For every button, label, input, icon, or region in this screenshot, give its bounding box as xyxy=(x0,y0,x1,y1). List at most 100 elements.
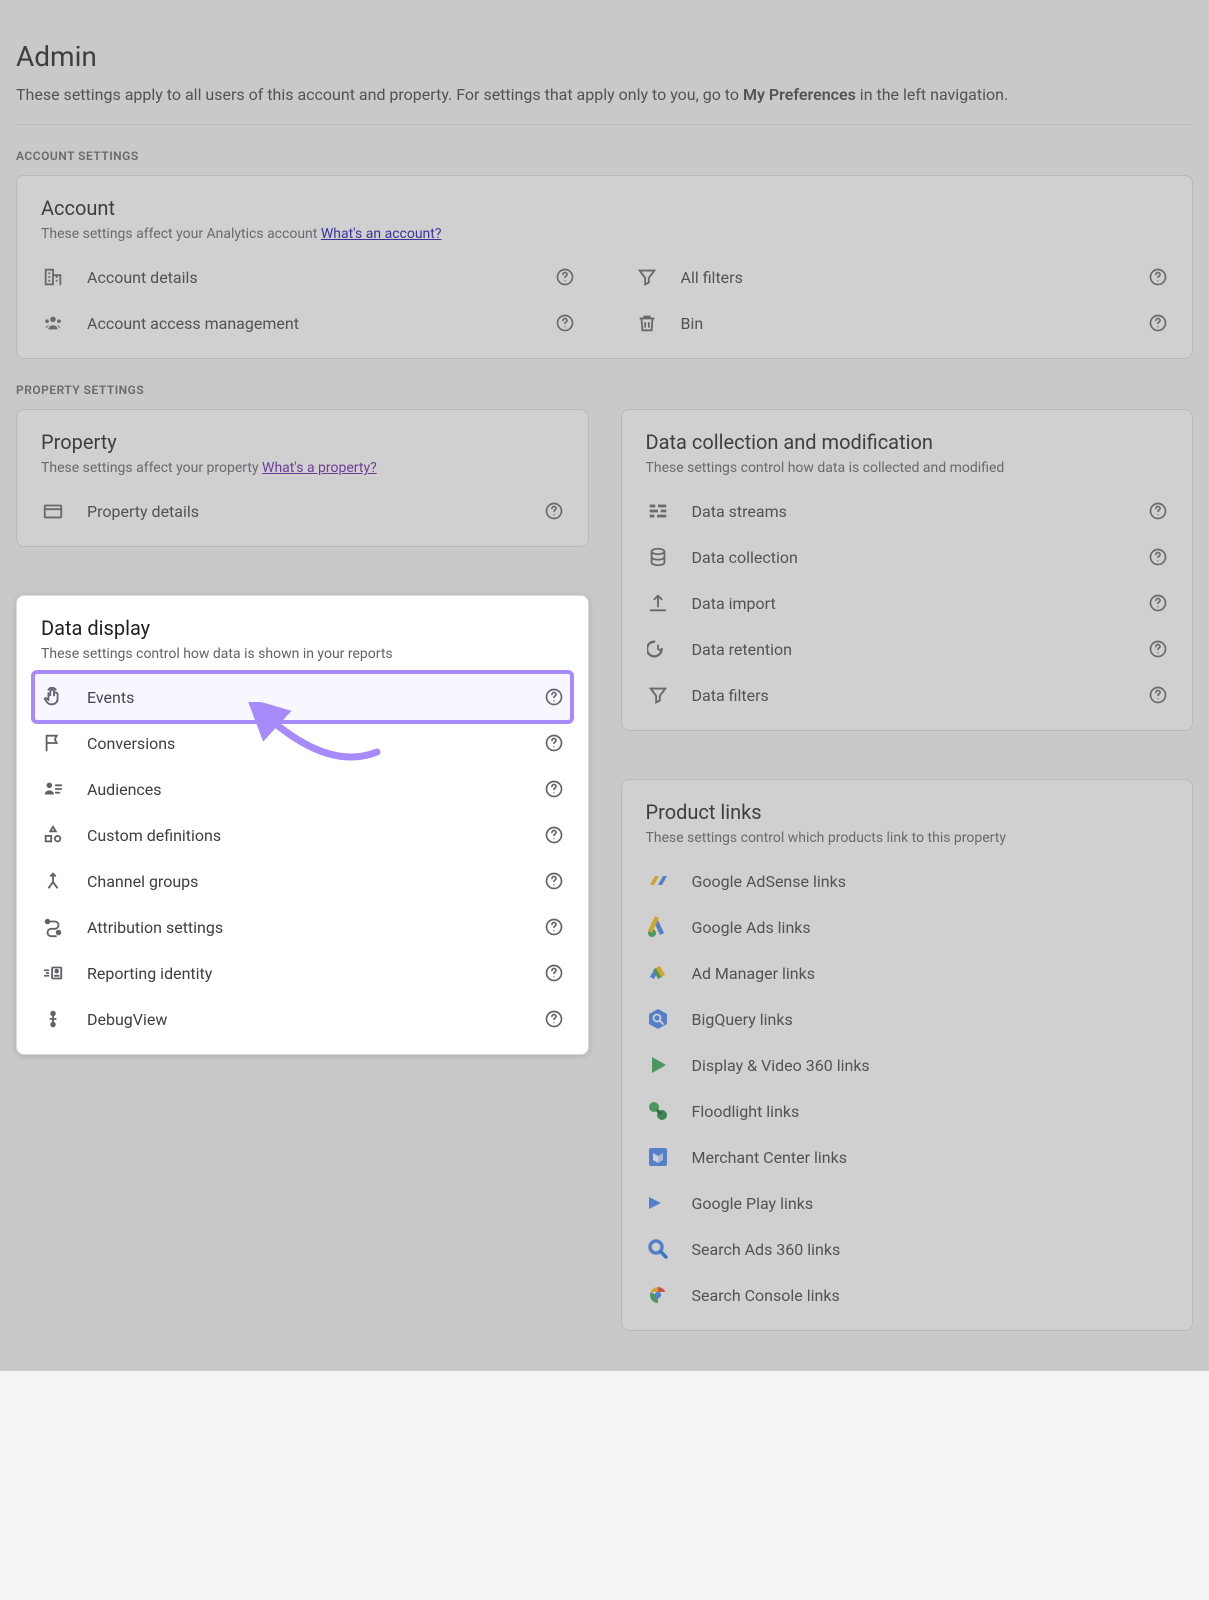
help-icon[interactable] xyxy=(544,871,564,891)
people-icon xyxy=(41,311,65,335)
data-filters-row[interactable]: Data filters xyxy=(646,672,1169,718)
row-label: Google Play links xyxy=(692,1194,1169,1213)
row-label: Events xyxy=(87,688,522,707)
data-collection-title: Data collection and modification xyxy=(646,430,1169,454)
help-icon[interactable] xyxy=(544,825,564,845)
path-icon xyxy=(41,915,65,939)
filter-icon xyxy=(646,683,670,707)
help-icon[interactable] xyxy=(544,917,564,937)
search-console-links-row[interactable]: Search Console links xyxy=(646,1272,1169,1318)
data-display-desc: These settings control how data is shown… xyxy=(41,646,564,662)
page-desc-pre: These settings apply to all users of thi… xyxy=(16,85,743,104)
help-icon[interactable] xyxy=(1148,267,1168,287)
row-label: Google AdSense links xyxy=(692,872,1169,891)
help-icon[interactable] xyxy=(555,313,575,333)
play-icon xyxy=(646,1191,670,1215)
audiences-row[interactable]: Audiences xyxy=(41,766,564,812)
merchant-icon xyxy=(646,1145,670,1169)
streams-icon xyxy=(646,499,670,523)
events-row[interactable]: Events xyxy=(41,674,564,720)
floodlight-links-row[interactable]: Floodlight links xyxy=(646,1088,1169,1134)
conversions-row[interactable]: Conversions xyxy=(41,720,564,766)
row-label: Floodlight links xyxy=(692,1102,1169,1121)
display-video-360-links-row[interactable]: Display & Video 360 links xyxy=(646,1042,1169,1088)
floodlight-icon xyxy=(646,1099,670,1123)
all-filters-row[interactable]: All filters xyxy=(635,254,1169,300)
help-icon[interactable] xyxy=(544,779,564,799)
ad-manager-links-row[interactable]: Ad Manager links xyxy=(646,950,1169,996)
touch-icon xyxy=(41,685,65,709)
row-label: Channel groups xyxy=(87,872,522,891)
account-access-label: Account access management xyxy=(87,314,533,333)
page-description: These settings apply to all users of thi… xyxy=(16,85,1193,125)
row-label: Reporting identity xyxy=(87,964,522,983)
property-card-title: Property xyxy=(41,430,564,454)
page-title: Admin xyxy=(16,40,1193,73)
data-retention-row[interactable]: Data retention xyxy=(646,626,1169,672)
ads-icon xyxy=(646,915,670,939)
help-icon[interactable] xyxy=(544,963,564,983)
row-label: Data import xyxy=(692,594,1127,613)
trash-icon xyxy=(635,311,659,335)
account-card-title: Account xyxy=(41,196,1168,220)
help-icon[interactable] xyxy=(544,1009,564,1029)
admanager-icon xyxy=(646,961,670,985)
row-label: Display & Video 360 links xyxy=(692,1056,1169,1075)
data-display-card: Data display These settings control how … xyxy=(16,595,589,1055)
building-icon xyxy=(41,265,65,289)
custom-definitions-row[interactable]: Custom definitions xyxy=(41,812,564,858)
help-icon[interactable] xyxy=(1148,501,1168,521)
help-icon[interactable] xyxy=(555,267,575,287)
card-icon xyxy=(41,499,65,523)
channel-groups-row[interactable]: Channel groups xyxy=(41,858,564,904)
row-label: Search Console links xyxy=(692,1286,1169,1305)
account-access-row[interactable]: Account access management xyxy=(41,300,575,346)
product-links-card: Product links These settings control whi… xyxy=(621,779,1194,1331)
help-icon[interactable] xyxy=(1148,685,1168,705)
data-collection-row[interactable]: Data collection xyxy=(646,534,1169,580)
data-streams-row[interactable]: Data streams xyxy=(646,488,1169,534)
debugview-row[interactable]: DebugView xyxy=(41,996,564,1042)
help-icon[interactable] xyxy=(1148,547,1168,567)
data-import-row[interactable]: Data import xyxy=(646,580,1169,626)
bigquery-icon xyxy=(646,1007,670,1031)
bin-label: Bin xyxy=(681,314,1127,333)
property-details-row[interactable]: Property details xyxy=(41,488,564,534)
debug-icon xyxy=(41,1007,65,1031)
merge-icon xyxy=(41,869,65,893)
retention-icon xyxy=(646,637,670,661)
merchant-center-links-row[interactable]: Merchant Center links xyxy=(646,1134,1169,1180)
google-play-links-row[interactable]: Google Play links xyxy=(646,1180,1169,1226)
bigquery-links-row[interactable]: BigQuery links xyxy=(646,996,1169,1042)
flag-icon xyxy=(41,731,65,755)
help-icon[interactable] xyxy=(544,733,564,753)
search-ads-360-links-row[interactable]: Search Ads 360 links xyxy=(646,1226,1169,1272)
google-adsense-links-row[interactable]: Google AdSense links xyxy=(646,858,1169,904)
bin-row[interactable]: Bin xyxy=(635,300,1169,346)
help-icon[interactable] xyxy=(544,687,564,707)
reporting-identity-row[interactable]: Reporting identity xyxy=(41,950,564,996)
row-label: Merchant Center links xyxy=(692,1148,1169,1167)
sa360-icon xyxy=(646,1237,670,1261)
google-ads-links-row[interactable]: Google Ads links xyxy=(646,904,1169,950)
row-label: DebugView xyxy=(87,1010,522,1029)
whats-an-account-link[interactable]: What's an account? xyxy=(321,226,442,242)
audience-icon xyxy=(41,777,65,801)
page-desc-post: in the left navigation. xyxy=(856,85,1008,104)
help-icon[interactable] xyxy=(1148,313,1168,333)
account-settings-label: ACCOUNT SETTINGS xyxy=(16,149,1193,163)
filter-icon xyxy=(635,265,659,289)
account-details-row[interactable]: Account details xyxy=(41,254,575,300)
attribution-settings-row[interactable]: Attribution settings xyxy=(41,904,564,950)
help-icon[interactable] xyxy=(1148,593,1168,613)
upload-icon xyxy=(646,591,670,615)
whats-a-property-link[interactable]: What's a property? xyxy=(262,460,377,476)
help-icon[interactable] xyxy=(1148,639,1168,659)
row-label: Ad Manager links xyxy=(692,964,1169,983)
row-label: Search Ads 360 links xyxy=(692,1240,1169,1259)
dv360-icon xyxy=(646,1053,670,1077)
row-label: Custom definitions xyxy=(87,826,522,845)
help-icon[interactable] xyxy=(544,501,564,521)
searchconsole-icon xyxy=(646,1283,670,1307)
row-label: BigQuery links xyxy=(692,1010,1169,1029)
